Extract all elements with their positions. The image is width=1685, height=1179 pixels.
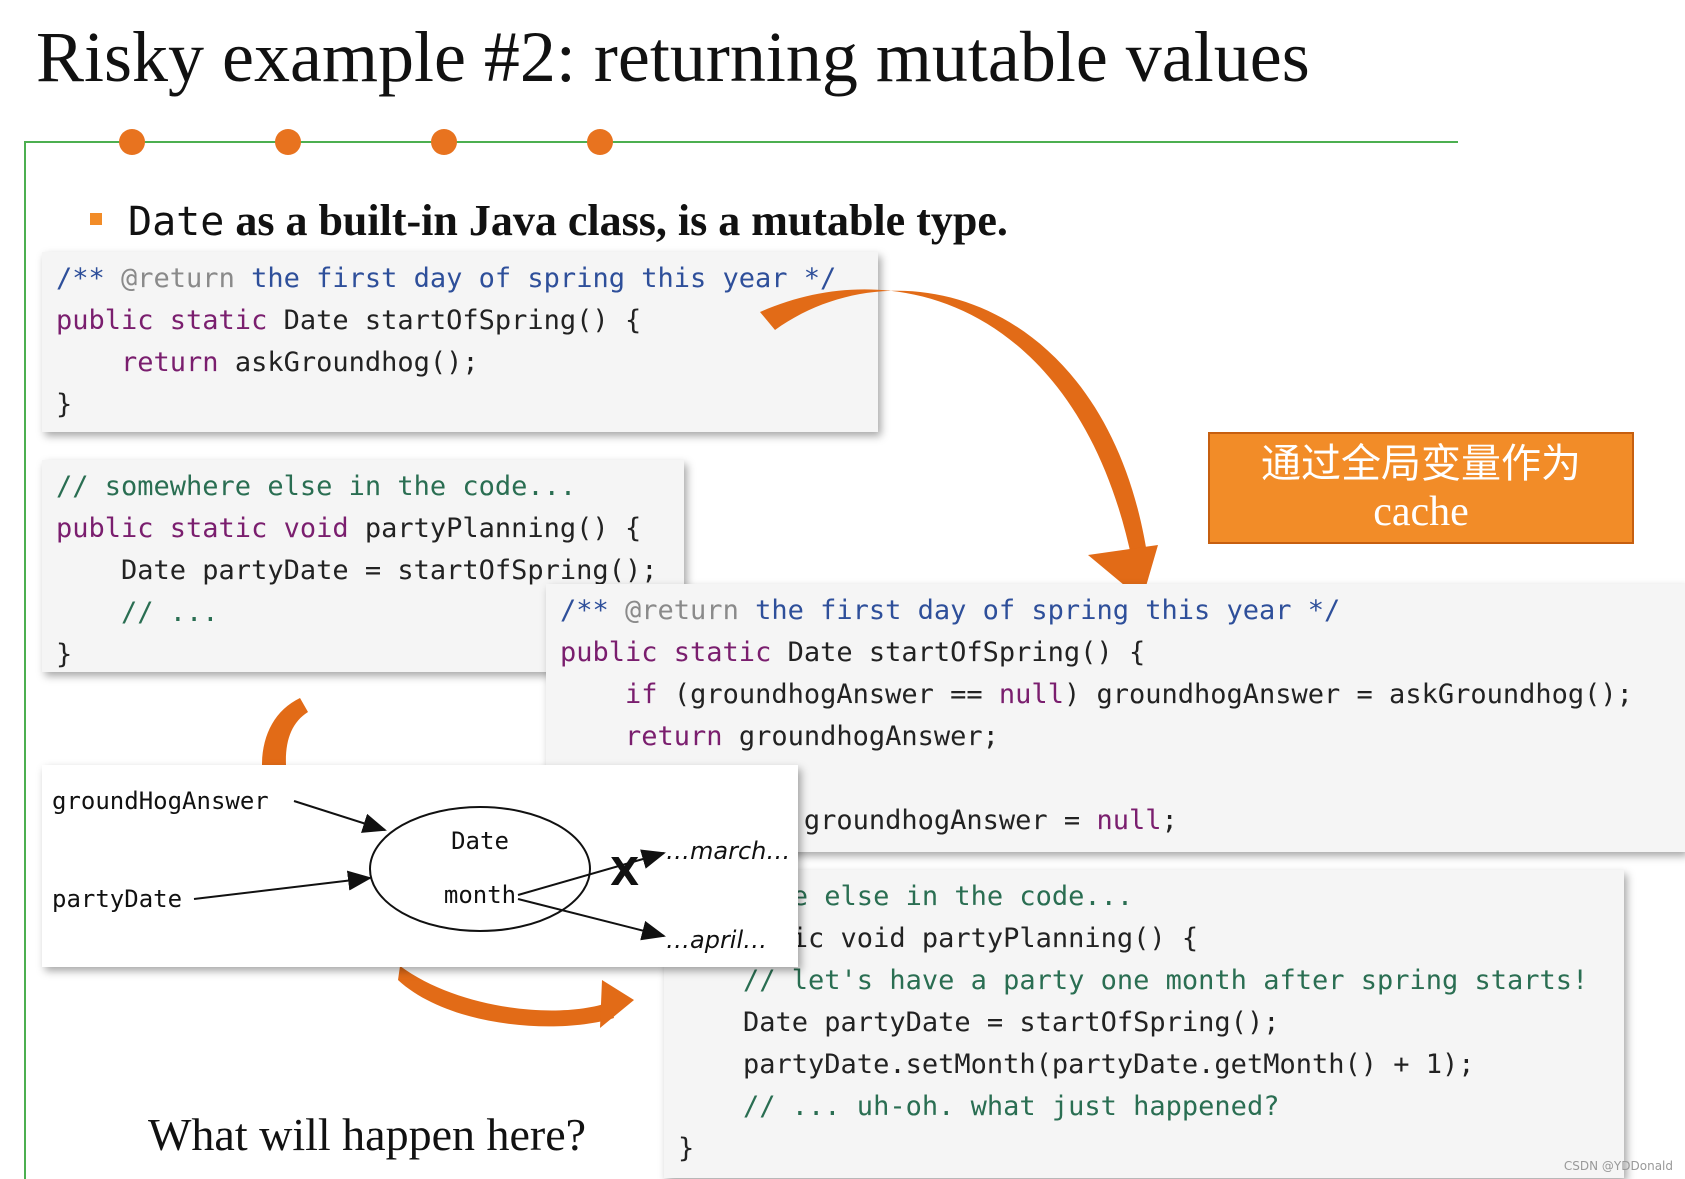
- diagram-field-month: month: [444, 881, 516, 909]
- date-object-ellipse: [369, 806, 591, 932]
- cache-note-line2: cache: [1373, 489, 1469, 535]
- curved-arrow-bottom: [398, 966, 614, 1027]
- snapshot-diagram: groundHogAnswer partyDate Date month X ……: [42, 765, 798, 967]
- diagram-value-march: …march…: [666, 837, 790, 865]
- curved-arrow-left: [262, 698, 308, 765]
- diagram-object-type: Date: [451, 827, 509, 855]
- snapshot-diagram-svg: groundHogAnswer partyDate Date month X ……: [52, 787, 790, 954]
- diagram-value-april: …april…: [666, 926, 767, 954]
- question-text: What will happen here?: [148, 1109, 587, 1160]
- cross-mark: X: [610, 850, 639, 894]
- arrow-overlay-bottom: [262, 698, 634, 1028]
- arrow-month-to-march: [517, 849, 666, 896]
- arrow-head-bottom: [600, 980, 634, 1028]
- diagram-ref-groundhog: groundHogAnswer: [52, 787, 269, 815]
- arrow-month-to-april: [517, 898, 666, 941]
- cache-note-line1: 通过全局变量作为: [1261, 441, 1581, 487]
- watermark: CSDN @YDDonald: [1563, 1159, 1673, 1173]
- diagram-ref-partydate: partyDate: [52, 885, 182, 913]
- arrow-partydate-to-date: [193, 870, 372, 900]
- arrow-groundhog-to-date: [293, 800, 387, 833]
- cache-note-box: 通过全局变量作为 cache: [1208, 432, 1634, 544]
